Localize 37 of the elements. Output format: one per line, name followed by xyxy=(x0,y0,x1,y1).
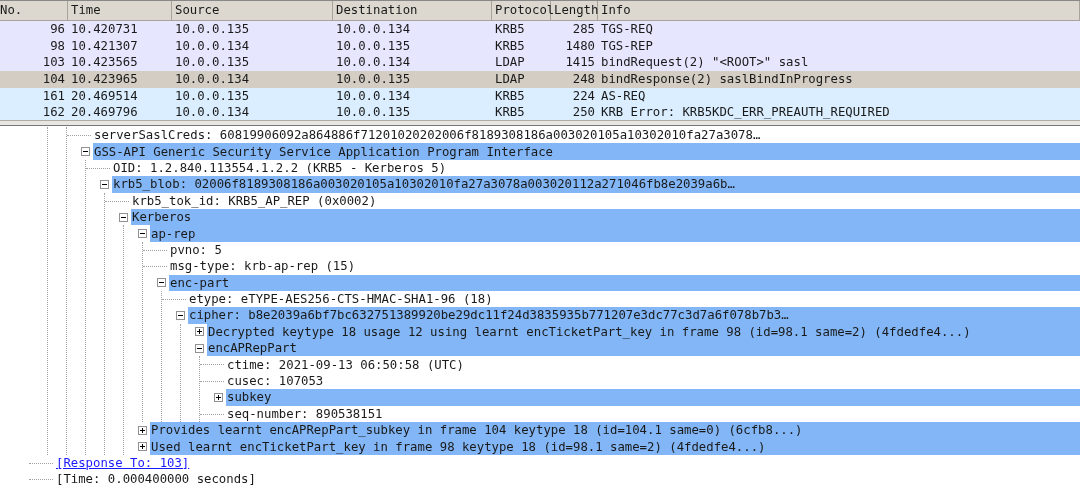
column-header[interactable]: Destination xyxy=(333,1,492,20)
column-header[interactable]: Info xyxy=(598,1,1080,20)
expand-icon[interactable] xyxy=(138,442,147,452)
tree-field[interactable]: enc-part xyxy=(169,275,230,290)
packet-row[interactable]: 104 10.423965 10.0.0.134 10.0.0.135 LDAP 248 bindResponse(2) saslBindInProgress xyxy=(0,71,1080,88)
tree-field[interactable]: seq-number: 890538151 xyxy=(226,406,383,421)
tree-field[interactable]: ap-rep xyxy=(150,226,196,241)
tree-field[interactable]: OID: 1.2.840.113554.1.2.2 (KRB5 - Kerberos 5) xyxy=(112,160,447,175)
tree-field[interactable]: [Time: 0.000400000 seconds] xyxy=(55,472,256,487)
expand-icon[interactable] xyxy=(214,392,223,402)
tree-field[interactable]: Kerberos xyxy=(131,210,192,225)
tree-field[interactable]: pvno: 5 xyxy=(169,242,222,257)
collapse-icon[interactable] xyxy=(119,212,128,222)
tree-link[interactable]: [Response To: 103] xyxy=(55,456,190,470)
column-header[interactable]: No. xyxy=(0,1,68,20)
collapse-icon[interactable] xyxy=(195,343,204,353)
collapse-icon[interactable] xyxy=(100,179,109,189)
column-header[interactable]: Time xyxy=(68,1,172,20)
collapse-icon[interactable] xyxy=(138,229,147,239)
collapse-icon[interactable] xyxy=(81,147,90,157)
packet-row[interactable]: 103 10.423565 10.0.0.135 10.0.0.134 LDAP 1415 bindRequest(2) "<ROOT>" sasl xyxy=(0,54,1080,72)
packet-row[interactable]: 96 10.420731 10.0.0.135 10.0.0.134 KRB5 285 TGS-REQ xyxy=(0,21,1080,38)
expand-icon[interactable] xyxy=(195,327,204,337)
collapse-icon[interactable] xyxy=(157,278,166,288)
tree-field[interactable]: serverSaslCreds: 60819906092a864886f71201020202006f8189308186a003020105a10302010fa27a3078… xyxy=(93,128,761,143)
collapse-icon[interactable] xyxy=(176,311,185,320)
tree-field[interactable]: etype: eTYPE-AES256-CTS-HMAC-SHA1-96 (18) xyxy=(188,292,493,307)
tree-field[interactable]: ctime: 2021-09-13 06:50:58 (UTC) xyxy=(226,357,464,372)
tree-field[interactable]: msg-type: krb-ap-rep (15) xyxy=(169,259,356,274)
expand-icon[interactable] xyxy=(138,425,147,435)
tree-field[interactable]: encAPRepPart xyxy=(207,341,297,356)
tree-field[interactable]: cusec: 107053 xyxy=(226,374,324,389)
tree-field[interactable]: subkey xyxy=(226,390,272,405)
column-header[interactable]: Length xyxy=(551,1,598,20)
column-header[interactable]: Source xyxy=(172,1,333,20)
tree-field[interactable]: krb5_tok_id: KRB5_AP_REP (0x0002) xyxy=(131,193,377,208)
column-header[interactable]: Protocol xyxy=(492,1,551,20)
